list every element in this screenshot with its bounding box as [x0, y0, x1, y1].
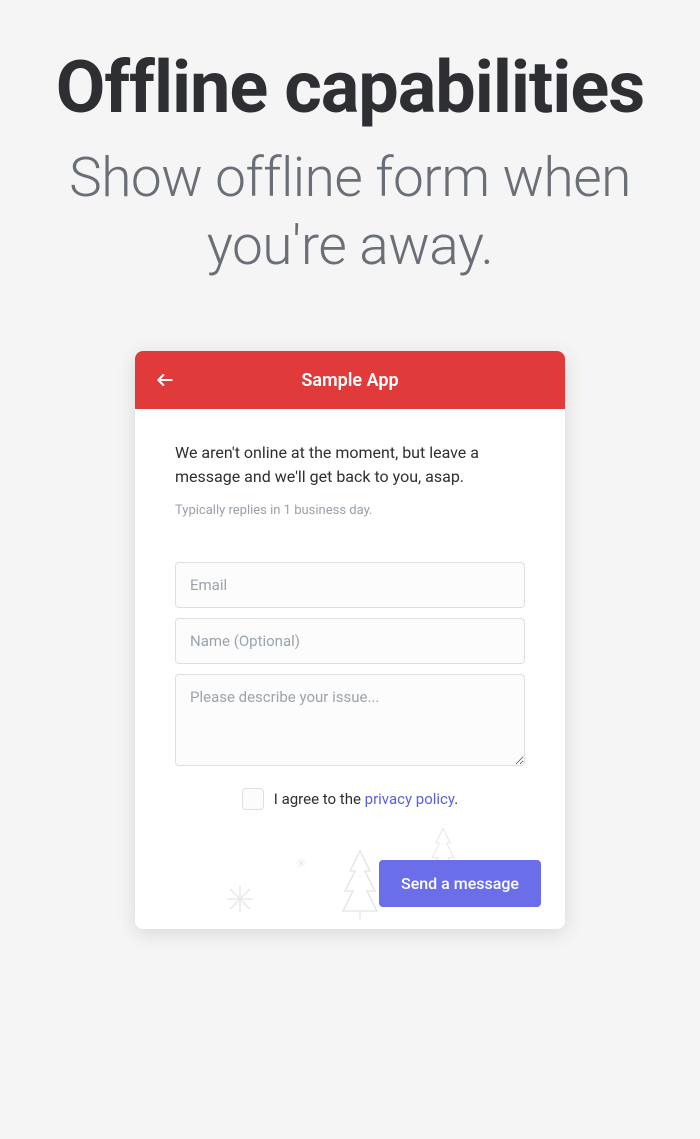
reply-time-text: Typically replies in 1 business day.: [175, 503, 525, 518]
chat-body: We aren't online at the moment, but leav…: [135, 409, 565, 929]
send-message-button[interactable]: Send a message: [379, 860, 541, 907]
snowflake-icon: [295, 857, 307, 869]
chat-header: Sample App: [135, 351, 565, 409]
chat-widget: Sample App We aren't online at the momen…: [135, 351, 565, 929]
offline-message: We aren't online at the moment, but leav…: [175, 441, 525, 489]
page-container: Offline capabilities Show offline form w…: [0, 0, 700, 1139]
tree-icon: [335, 846, 385, 921]
name-field[interactable]: [175, 618, 525, 664]
consent-suffix: .: [454, 790, 458, 808]
consent-text: I agree to the privacy policy.: [274, 790, 458, 808]
chat-title: Sample App: [155, 370, 545, 391]
consent-checkbox[interactable]: [242, 788, 264, 810]
privacy-policy-link[interactable]: privacy policy: [365, 790, 455, 808]
email-field[interactable]: [175, 562, 525, 608]
issue-textarea[interactable]: [175, 674, 525, 766]
consent-prefix: I agree to the: [274, 790, 365, 808]
snowflake-icon: [225, 884, 255, 914]
consent-row: I agree to the privacy policy.: [175, 788, 525, 810]
hero-title: Offline capabilities: [20, 50, 680, 126]
hero-subtitle: Show offline form when you're away.: [20, 144, 680, 282]
back-arrow-icon[interactable]: [155, 370, 175, 390]
